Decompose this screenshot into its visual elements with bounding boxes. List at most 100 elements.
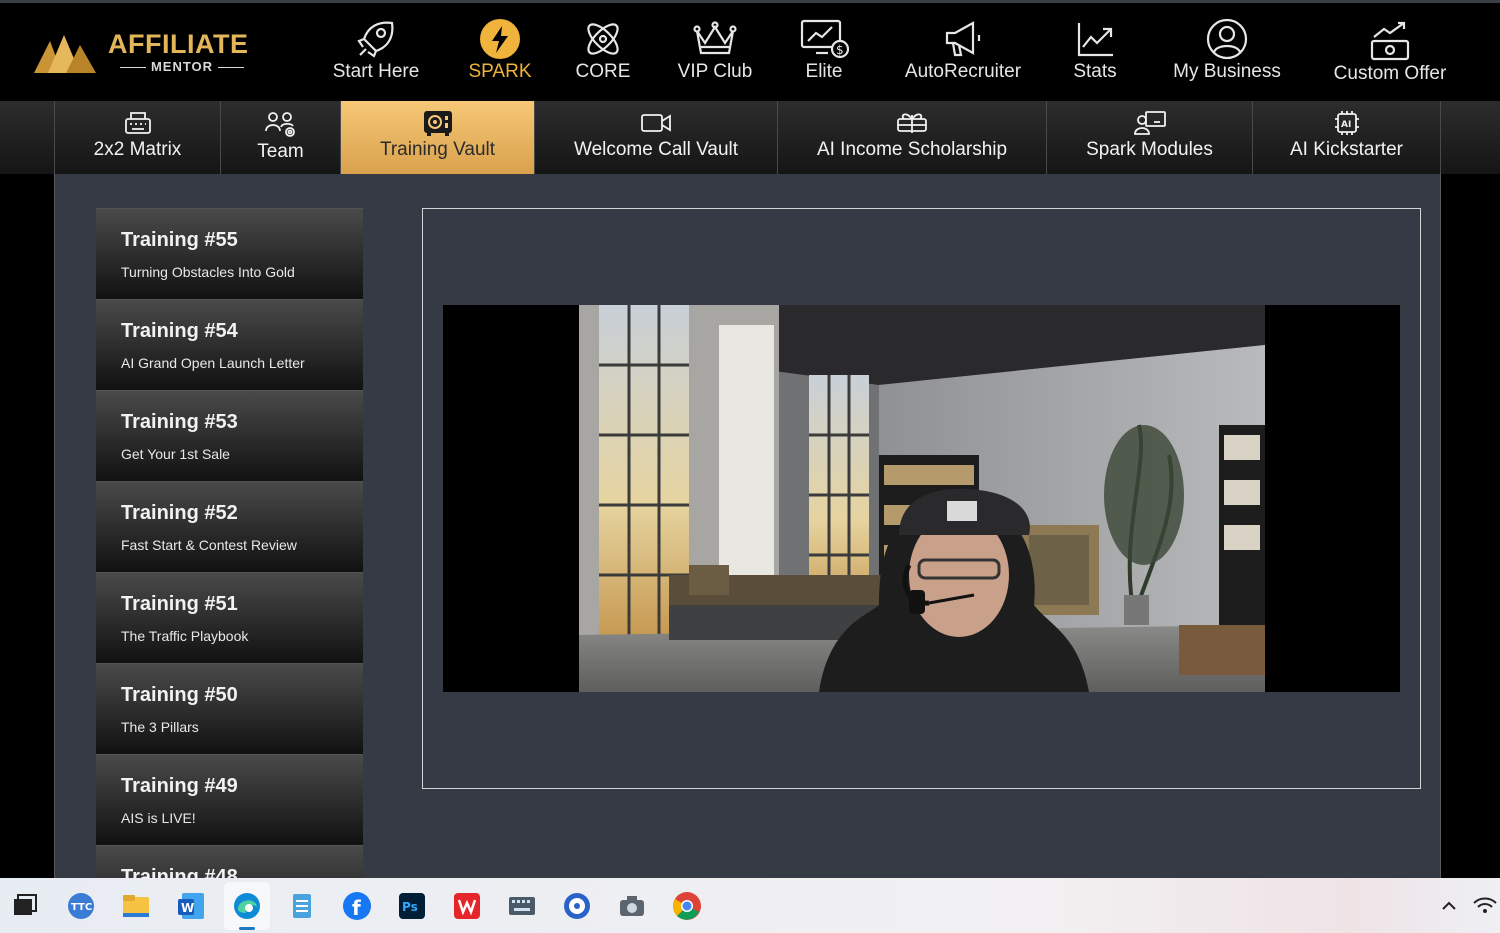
word-icon[interactable]: W xyxy=(176,891,206,921)
logo-text-mentor: MENTOR xyxy=(108,59,256,74)
tab-ai-income-scholarship[interactable]: AI Income Scholarship xyxy=(777,101,1046,174)
pokeball-icon[interactable] xyxy=(562,891,592,921)
main-content: Training #55 Turning Obstacles Into Gold… xyxy=(54,174,1441,878)
task-view-icon[interactable] xyxy=(10,891,40,921)
nav-label: Start Here xyxy=(332,61,420,82)
nav-label: VIP Club xyxy=(677,61,753,82)
video-camera-icon xyxy=(641,114,671,132)
video-player-container xyxy=(422,208,1421,789)
tab-training-vault[interactable]: Training Vault xyxy=(340,101,534,174)
tab-label: Spark Modules xyxy=(1086,139,1213,160)
nav-label: Elite xyxy=(805,61,843,82)
nav-label: SPARK xyxy=(468,61,532,82)
lightning-icon xyxy=(480,19,520,59)
megaphone-icon xyxy=(945,21,981,57)
affiliate-mentor-logo[interactable]: AFFILIATE MENTOR xyxy=(34,29,264,79)
training-item-50[interactable]: Training #50 The 3 Pillars xyxy=(96,663,363,754)
user-circle-icon xyxy=(1206,18,1248,60)
training-subtitle: AIS is LIVE! xyxy=(121,810,196,826)
tab-ai-kickstarter[interactable]: AI AI Kickstarter xyxy=(1252,101,1441,174)
chart-icon xyxy=(1077,23,1113,57)
tab-label: Team xyxy=(257,141,304,162)
training-item-54[interactable]: Training #54 AI Grand Open Launch Letter xyxy=(96,299,363,390)
file-explorer-icon[interactable] xyxy=(121,891,151,921)
tab-2x2-matrix[interactable]: 2x2 Matrix xyxy=(54,101,220,174)
windows-taskbar: TTC W f Ps xyxy=(0,878,1500,933)
logo-text-affiliate: AFFILIATE xyxy=(108,29,249,59)
edge-icon[interactable] xyxy=(232,891,262,921)
nav-vip-club[interactable]: VIP Club xyxy=(672,17,758,83)
chrome-icon[interactable] xyxy=(672,891,702,921)
nav-label: AutoRecruiter xyxy=(904,61,1022,82)
chevron-up-icon[interactable] xyxy=(1436,891,1466,921)
taskbar-active-indicator xyxy=(239,927,255,930)
training-item-52[interactable]: Training #52 Fast Start & Contest Review xyxy=(96,481,363,572)
training-item-48[interactable]: Training #48 xyxy=(96,845,363,878)
training-item-55[interactable]: Training #55 Turning Obstacles Into Gold xyxy=(96,208,363,299)
tab-label: AI Kickstarter xyxy=(1290,139,1403,160)
training-item-51[interactable]: Training #51 The Traffic Playbook xyxy=(96,572,363,663)
crown-icon xyxy=(693,21,737,55)
keyboard-icon xyxy=(124,112,151,134)
training-item-49[interactable]: Training #49 AIS is LIVE! xyxy=(96,754,363,845)
tab-label: Welcome Call Vault xyxy=(573,139,739,160)
sub-nav: 2x2 Matrix Team Training Vault Welcome C… xyxy=(0,101,1500,174)
presenter-icon xyxy=(1133,111,1166,135)
training-title: Training #50 xyxy=(121,684,238,706)
nav-my-business[interactable]: My Business xyxy=(1170,17,1284,83)
training-item-53[interactable]: Training #53 Get Your 1st Sale xyxy=(96,390,363,481)
nav-label: Custom Offer xyxy=(1333,63,1447,84)
monitor-dollar-icon: $ xyxy=(800,19,850,59)
facebook-icon[interactable]: f xyxy=(342,891,372,921)
tab-label: Training Vault xyxy=(379,139,496,160)
svg-text:$: $ xyxy=(836,43,844,57)
keyboard-app-icon[interactable] xyxy=(507,891,537,921)
nav-start-here[interactable]: Start Here xyxy=(331,17,421,83)
training-subtitle: AI Grand Open Launch Letter xyxy=(121,355,305,371)
training-title: Training #53 xyxy=(121,411,238,433)
nav-custom-offer[interactable]: Custom Offer xyxy=(1326,19,1454,85)
svg-text:TTC: TTC xyxy=(71,902,92,913)
rocket-icon xyxy=(357,21,394,58)
wps-icon[interactable] xyxy=(452,891,482,921)
money-growth-icon xyxy=(1370,21,1410,61)
photoshop-icon[interactable]: Ps xyxy=(397,891,427,921)
svg-text:W: W xyxy=(181,901,194,915)
nav-label: Stats xyxy=(1073,61,1117,82)
wifi-icon[interactable] xyxy=(1470,891,1500,921)
training-subtitle: Fast Start & Contest Review xyxy=(121,537,297,553)
tab-label: AI Income Scholarship xyxy=(816,139,1008,160)
training-list: Training #55 Turning Obstacles Into Gold… xyxy=(96,208,363,878)
notepad-icon[interactable] xyxy=(287,891,317,921)
atom-icon xyxy=(587,23,619,55)
nav-core[interactable]: CORE xyxy=(570,17,636,83)
tab-team[interactable]: Team xyxy=(220,101,340,174)
ai-chip-icon: AI xyxy=(1334,111,1359,135)
nav-stats[interactable]: Stats xyxy=(1068,17,1122,83)
svg-text:f: f xyxy=(352,896,361,920)
training-title: Training #54 xyxy=(121,320,238,342)
nav-autorecruiter[interactable]: AutoRecruiter xyxy=(896,17,1030,83)
training-subtitle: Turning Obstacles Into Gold xyxy=(121,264,295,280)
video-player[interactable] xyxy=(443,305,1400,692)
nav-elite[interactable]: $ Elite xyxy=(796,17,852,83)
video-frame-image xyxy=(579,305,1265,692)
gift-icon xyxy=(897,113,927,133)
nav-label: CORE xyxy=(575,61,631,82)
ttc-icon[interactable]: TTC xyxy=(66,891,96,921)
training-title: Training #55 xyxy=(121,229,238,251)
vault-icon xyxy=(423,111,452,136)
svg-text:AI: AI xyxy=(1341,120,1351,130)
tab-welcome-call-vault[interactable]: Welcome Call Vault xyxy=(534,101,777,174)
training-title: Training #52 xyxy=(121,502,238,524)
logo-mark-icon xyxy=(34,35,96,73)
tab-spark-modules[interactable]: Spark Modules xyxy=(1046,101,1252,174)
camera-icon[interactable] xyxy=(617,891,647,921)
training-subtitle: Get Your 1st Sale xyxy=(121,446,230,462)
training-title: Training #51 xyxy=(121,593,238,615)
training-subtitle: The Traffic Playbook xyxy=(121,628,249,644)
training-title: Training #49 xyxy=(121,775,238,797)
training-subtitle: The 3 Pillars xyxy=(121,719,199,735)
nav-spark[interactable]: SPARK xyxy=(462,17,538,83)
top-nav: AFFILIATE MENTOR Start Here SPARK CORE V… xyxy=(0,3,1500,101)
